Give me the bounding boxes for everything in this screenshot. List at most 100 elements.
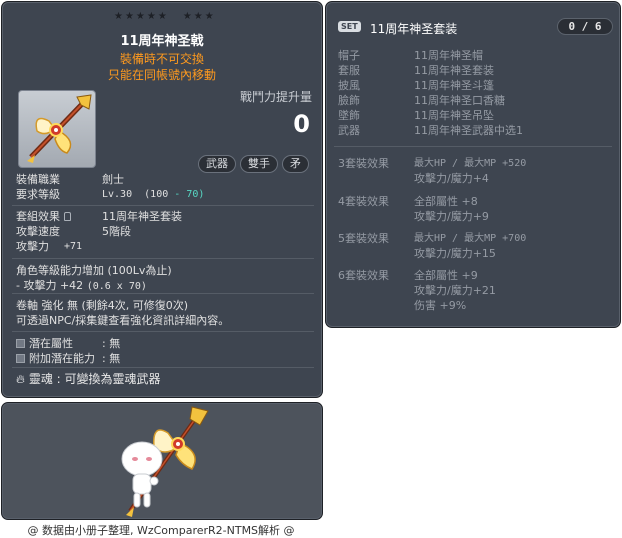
set-item-name: 11周年神圣武器中选1: [414, 124, 523, 137]
potential-section: 潛在屬性 : 無 附加潛在能力 : 無: [16, 336, 120, 366]
level-bonus-line1: 角色等級能力增加 (100Lv為止): [16, 264, 172, 277]
enhance-hint: 可透過NPC/採集鍵查看強化資訊詳細內容。: [16, 314, 230, 327]
set-bonus-tier: 3套裝效果: [338, 157, 389, 170]
item-tags: 武器 雙手 矛: [198, 155, 309, 173]
set-bonus-3: 3套裝效果 最大HP / 最大MP +520 攻擊力/魔力+4: [338, 156, 526, 186]
req-level-label: 要求等級: [16, 188, 60, 201]
item-icon-frame: [18, 90, 96, 168]
set-effect-label: 套組效果: [16, 210, 60, 223]
set-item-name: 11周年神圣吊坠: [414, 109, 494, 122]
add-potential-box-icon: [16, 354, 25, 363]
item-tooltip: ★★★★★ ★★★ 11周年神圣戟 裝備時不可交換 只能在同帳號內移動 戰鬥力提升…: [1, 1, 323, 398]
req-level-reduction: - 70): [174, 189, 205, 200]
set-item-slot: 臉飾: [338, 94, 360, 107]
set-bonus-line: 最大HP / 最大MP +520: [414, 158, 527, 169]
divider: [12, 293, 314, 294]
set-item-slot: 武器: [338, 124, 360, 137]
set-bonus-tier: 4套裝效果: [338, 195, 389, 208]
set-bonus-line: 攻擊力/魔力+9: [414, 210, 489, 223]
tag-two-handed: 雙手: [240, 155, 278, 173]
set-item-slot: 帽子: [338, 49, 360, 62]
job-value: 劍士: [102, 173, 124, 186]
trade-warning: 裝備時不可交換: [119, 52, 204, 66]
req-level-number: Lv.30: [102, 189, 133, 200]
add-potential-label: 附加潛在能力: [29, 352, 95, 365]
level-bonus-line2: - 攻擊力 +42 (0.6 x 70): [16, 278, 147, 293]
set-item: 帽子 11周年神圣帽: [338, 48, 523, 63]
attack-label: 攻擊力: [16, 240, 49, 253]
halberd-icon: [27, 94, 92, 163]
requirements-section: 裝備職業 劍士 要求等級 Lv.30 (100 - 70): [16, 172, 204, 202]
stars-group-1: ★★★★★: [114, 11, 169, 22]
set-item-name: 11周年神圣口香糖: [414, 94, 505, 107]
set-item: 墜飾 11周年神圣吊坠: [338, 108, 523, 123]
set-effect-value: 11周年神圣套装: [102, 210, 182, 223]
potential-row-label: 潛在屬性: [16, 336, 102, 351]
req-level-value: Lv.30 (100 - 70): [102, 187, 204, 202]
divider: [12, 367, 314, 368]
set-bonus-line: 攻擊力/魔力+4: [414, 172, 489, 185]
potential-label: 潛在屬性: [29, 337, 73, 350]
set-name: 11周年神圣套装: [370, 22, 458, 36]
potential-box-icon: [16, 339, 25, 348]
divider: [12, 258, 314, 259]
attack-speed-label: 攻擊速度: [16, 225, 60, 238]
enhance-status: 卷軸 強化 無 (剩餘4次, 可修復0次): [16, 299, 189, 312]
level-bonus-attack: - 攻擊力 +42: [16, 279, 84, 292]
set-badge: SET: [338, 21, 361, 32]
add-potential-value: : 無: [102, 352, 121, 365]
soul-flame-icon: 🔥︎: [16, 372, 25, 386]
set-item-slot: 披風: [338, 79, 360, 92]
set-item-name: 11周年神圣套装: [414, 64, 494, 77]
set-bonus-5: 5套裝效果 最大HP / 最大MP +700 攻擊力/魔力+15: [338, 231, 526, 261]
set-item-slot: 套服: [338, 64, 360, 77]
set-item-name: 11周年神圣帽: [414, 49, 483, 62]
stars-group-2: ★★★: [182, 11, 216, 22]
set-item-list: 帽子 11周年神圣帽 套服 11周年神圣套装 披風 11周年神圣斗篷 臉飾 11周年神圣…: [338, 48, 523, 138]
set-item-name: 11周年神圣斗篷: [414, 79, 494, 92]
account-warning: 只能在同帳號內移動: [107, 68, 216, 82]
set-info-panel: SET 11周年神圣套装 0 / 6 帽子 11周年神圣帽 套服 11周年神圣套装 …: [325, 1, 621, 328]
soul-value: : 可變換為靈魂武器: [56, 372, 161, 386]
set-item-slot: 墜飾: [338, 109, 360, 122]
tag-weapon: 武器: [198, 155, 236, 173]
set-item: 披風 11周年神圣斗篷: [338, 78, 523, 93]
star-force-stars: ★★★★★ ★★★: [114, 11, 216, 22]
req-level-base: (100: [144, 189, 169, 200]
divider: [12, 331, 314, 332]
add-potential-row-label: 附加潛在能力: [16, 351, 102, 366]
attack-speed-value: 5階段: [102, 225, 131, 238]
set-item: 武器 11周年神圣武器中选1: [338, 123, 523, 138]
set-bonus-line: 攻擊力/魔力+15: [414, 247, 496, 260]
set-item: 臉飾 11周年神圣口香糖: [338, 93, 523, 108]
set-bonus-tier: 6套裝效果: [338, 269, 389, 282]
soul-label: 靈魂: [28, 372, 53, 386]
set-bonus-line: 全部屬性 +9: [414, 269, 478, 282]
set-bonus-line: 伤害 +9%: [414, 299, 467, 312]
stats-section: 套組效果 11周年神圣套装 攻擊速度 5階段 攻擊力 +71: [16, 209, 182, 254]
set-effect-row-label: 套組效果: [16, 209, 102, 224]
set-item: 套服 11周年神圣套装: [338, 63, 523, 78]
soul-section: 🔥︎ 靈魂 : 可變換為靈魂武器: [16, 372, 161, 387]
level-bonus-detail: (0.6 x 70): [86, 281, 147, 292]
character-with-halberd-image: [121, 406, 209, 517]
character-preview: [1, 402, 323, 520]
divider: [334, 146, 612, 147]
lock-icon: [64, 212, 71, 221]
set-bonus-6: 6套裝效果 全部屬性 +9 攻擊力/魔力+21 伤害 +9%: [338, 268, 496, 313]
enhance-section: 卷軸 強化 無 (剩餘4次, 可修復0次) 可透過NPC/採集鍵查看強化資訊詳細…: [16, 298, 229, 328]
set-bonus-line: 最大HP / 最大MP +700: [414, 233, 527, 244]
tag-spear: 矛: [282, 155, 309, 173]
set-count-badge: 0 / 6: [557, 18, 613, 35]
power-increase-value: 0: [293, 110, 310, 138]
attack-value: +71: [64, 241, 83, 252]
divider: [12, 205, 314, 206]
level-bonus-section: 角色等級能力增加 (100Lv為止) - 攻擊力 +42 (0.6 x 70): [16, 263, 172, 293]
set-bonus-line: 全部屬性 +8: [414, 195, 478, 208]
potential-value: : 無: [102, 337, 121, 350]
job-label: 裝備職業: [16, 173, 60, 186]
set-bonus-4: 4套裝效果 全部屬性 +8 攻擊力/魔力+9: [338, 194, 489, 224]
set-bonus-tier: 5套裝效果: [338, 232, 389, 245]
footer-credit: @ 数据由小册子整理, WzComparerR2-NTMS解析 @: [27, 524, 295, 537]
power-increase-label: 戰鬥力提升量: [239, 90, 312, 104]
